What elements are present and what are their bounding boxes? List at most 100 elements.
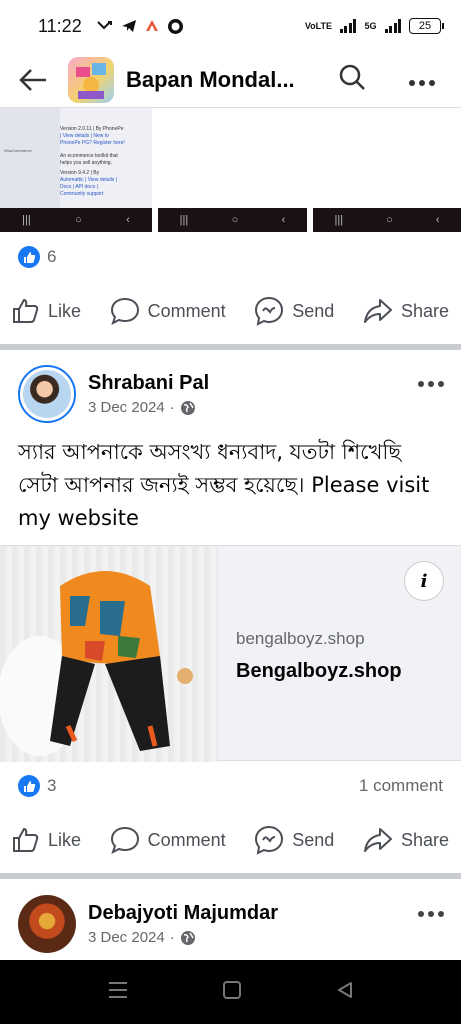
post-more-button[interactable]: [417, 898, 445, 924]
globe-icon: [180, 930, 195, 945]
author-name[interactable]: Shrabani Pal: [88, 372, 209, 395]
clothing-photo-icon: [0, 546, 218, 762]
status-time: 11:22: [38, 15, 82, 36]
more-horizontal-icon: [418, 911, 444, 917]
screenshot-line: Automattic | View details |: [60, 177, 117, 183]
comment-count[interactable]: 1 comment: [359, 776, 443, 796]
link-preview-card[interactable]: i bengalboyz.shop Bengalboyz.shop: [0, 545, 461, 762]
back-icon: ‹: [435, 214, 440, 226]
menu-icon: [108, 981, 127, 998]
screenshot-sidebar: WooCommerce: [0, 108, 60, 208]
post-date[interactable]: 3 Dec 2024: [88, 929, 165, 946]
share-icon: [363, 828, 392, 852]
link-domain: bengalboyz.shop: [236, 629, 365, 648]
send-label: Send: [292, 829, 335, 850]
like-button[interactable]: Like: [12, 298, 81, 324]
comment-label: Comment: [147, 300, 226, 321]
screenshot-navbar: ||| ○ ‹: [0, 208, 152, 232]
like-button[interactable]: Like: [12, 827, 81, 853]
messenger-icon: [255, 825, 284, 855]
search-icon: [339, 64, 365, 90]
battery-level: 25: [418, 20, 432, 32]
home-square-icon: [222, 980, 241, 999]
screenshot-navbar: ||| ○ ‹: [158, 208, 307, 232]
share-button[interactable]: Share: [363, 827, 449, 853]
reaction-count: 3: [47, 776, 57, 795]
search-button[interactable]: [338, 63, 366, 96]
signal-5g-icon: [384, 19, 401, 33]
network-5g-label: 5G: [364, 21, 377, 31]
author-avatar[interactable]: [18, 365, 76, 423]
share-button[interactable]: Share: [363, 298, 449, 324]
home-icon: ○: [75, 214, 82, 226]
gallery-image-2[interactable]: ||| ○ ‹: [158, 108, 307, 232]
home-button[interactable]: [222, 980, 242, 1005]
menu-icon: |||: [179, 214, 189, 226]
post2-action-bar: Like Comment Send Share: [0, 817, 461, 863]
send-button[interactable]: Send: [254, 825, 334, 855]
back-nav-button[interactable]: [335, 980, 355, 1005]
post-separator: [0, 873, 461, 879]
menu-icon: |||: [22, 214, 31, 226]
post1-reactions[interactable]: 6: [0, 236, 461, 278]
info-button[interactable]: i: [404, 561, 444, 601]
more-options-button[interactable]: [408, 67, 436, 93]
author-name[interactable]: Debajyoti Majumdar: [88, 902, 278, 925]
screenshot-line: Community support: [60, 191, 104, 197]
notification-icons: [96, 18, 184, 35]
post-more-button[interactable]: [417, 368, 445, 394]
more-horizontal-icon: [418, 381, 444, 387]
gallery-image-3[interactable]: ||| ○ ‹: [313, 108, 461, 232]
screenshot-line: Version 2.0.11 | By PhonePe: [60, 126, 124, 132]
author-avatar[interactable]: [18, 895, 76, 953]
post-meta: 3 Dec 2024 ·: [88, 929, 278, 946]
comment-button[interactable]: Comment: [110, 297, 226, 325]
send-label: Send: [292, 300, 335, 321]
screenshot-navbar: ||| ○ ‹: [313, 208, 461, 232]
like-reaction-icon: [18, 775, 40, 797]
system-nav-bar: [0, 960, 461, 1024]
app-notification-icon: [145, 20, 158, 31]
screenshot-line: helps you sell anything.: [60, 160, 112, 166]
like-label: Like: [48, 300, 82, 321]
avatar-photo: [23, 370, 71, 418]
page-title[interactable]: Bapan Mondal...: [126, 67, 316, 93]
screenshot-text: Version 2.0.11 | By PhonePe | View detai…: [60, 108, 150, 198]
share-label: Share: [400, 300, 449, 321]
post-body-text: স্যার আপনাকে অসংখ্য ধন্যবাদ, যতটা শিখেছি…: [18, 440, 430, 530]
post-meta: 3 Dec 2024 ·: [88, 399, 209, 416]
recents-button[interactable]: [107, 980, 129, 1005]
globe-icon: [180, 400, 195, 415]
signal-icon: [339, 19, 357, 33]
send-button[interactable]: Send: [254, 296, 334, 326]
meta-separator: ·: [169, 399, 175, 416]
comment-label: Comment: [147, 829, 226, 850]
like-label: Like: [48, 829, 82, 850]
back-icon: ‹: [281, 214, 286, 226]
comment-icon: [110, 297, 139, 325]
status-bar: 11:22 VoLTE 5G 25: [0, 0, 461, 52]
page-avatar-illustration-icon: [76, 62, 106, 99]
back-button[interactable]: [16, 63, 50, 97]
page-avatar[interactable]: [68, 56, 114, 103]
screenshot-line: Docs | API docs |: [60, 184, 98, 190]
post2-reactions[interactable]: 3 1 comment: [0, 765, 461, 807]
screenshot-line: An ecommerce toolkit that: [60, 153, 118, 159]
post-date[interactable]: 3 Dec 2024: [88, 399, 165, 416]
menu-icon: |||: [334, 214, 344, 226]
link-title[interactable]: Bengalboyz.shop: [236, 660, 402, 683]
post-separator: [0, 344, 461, 350]
reaction-count: 6: [47, 247, 57, 266]
share-icon: [363, 299, 392, 323]
link-info[interactable]: i bengalboyz.shop Bengalboyz.shop: [218, 546, 461, 760]
status-right: VoLTE 5G 25: [305, 18, 444, 34]
messenger-icon: [255, 296, 284, 326]
battery-icon: 25: [409, 18, 444, 34]
back-icon: ‹: [126, 214, 130, 226]
link-preview-image[interactable]: [0, 546, 218, 762]
post-image-gallery[interactable]: WooCommerce Version 2.0.11 | By PhonePe …: [0, 108, 461, 232]
gallery-image-1[interactable]: WooCommerce Version 2.0.11 | By PhonePe …: [0, 108, 152, 232]
comment-button[interactable]: Comment: [110, 826, 226, 854]
home-icon: ○: [231, 214, 239, 226]
more-horizontal-icon: [409, 79, 435, 86]
